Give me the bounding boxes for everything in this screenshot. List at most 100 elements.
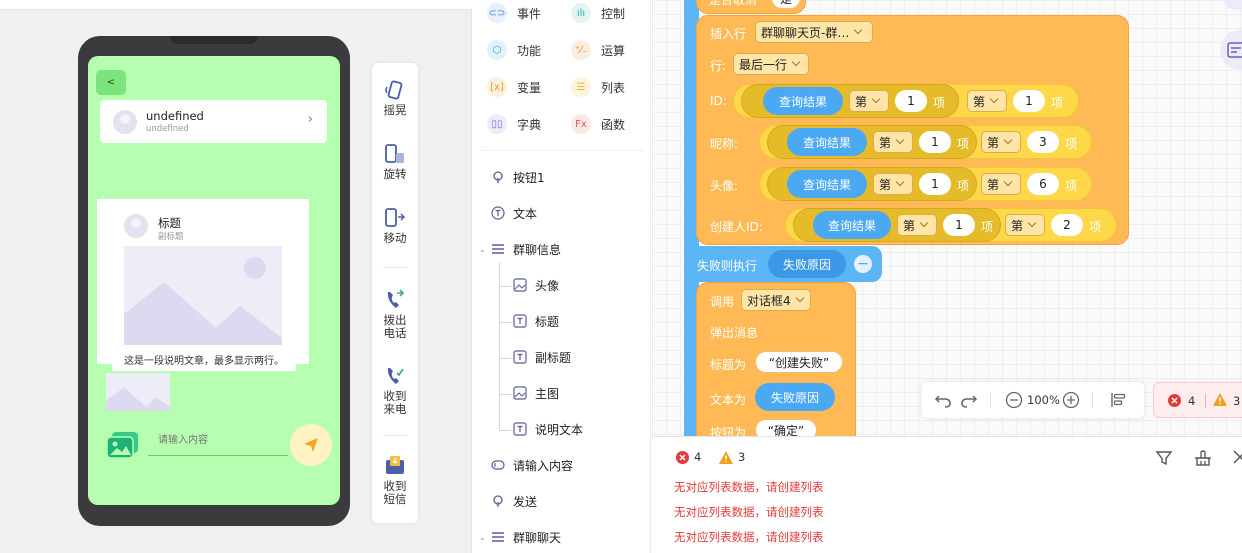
error-count: 4 [1188, 394, 1196, 408]
index-number[interactable]: 1 [1013, 90, 1045, 112]
index-number[interactable]: 1 [919, 173, 951, 195]
insert-target-dropdown[interactable]: 群聊聊天页-群… [755, 21, 873, 43]
title-literal[interactable]: “创建失败” [755, 351, 843, 373]
dialog-dropdown[interactable]: 对话框4 [741, 289, 811, 311]
category-variable[interactable]: [x] 变量 [487, 76, 541, 98]
button-literal[interactable]: “确定” [755, 419, 817, 436]
close-icon[interactable] [1232, 449, 1242, 465]
category-func[interactable]: Fx 函数 [571, 113, 625, 135]
action-move[interactable]: 移动 [372, 207, 418, 245]
action-rotate[interactable]: 旋转 [372, 143, 418, 181]
index-dropdown[interactable]: 第 [849, 90, 889, 112]
action-phone-in[interactable]: 收到来电 [372, 365, 418, 416]
action-phone-out[interactable]: 拨出电话 [372, 289, 418, 340]
category-label: 字典 [517, 117, 542, 132]
phone-screen: < undefined undefined › 标题 副标题 这是一段说明文章， [88, 56, 340, 505]
image-icon [513, 386, 527, 400]
index-number[interactable]: 1 [919, 131, 951, 153]
dropdown-value: 第 [903, 218, 916, 233]
category-dictionary[interactable]: ▯▯ 字典 [487, 113, 541, 135]
tree-node-button1[interactable]: 按钮1 [491, 167, 545, 187]
index-dropdown[interactable]: 第 [897, 214, 937, 236]
index-number[interactable]: 1 [943, 214, 975, 236]
group-info-card[interactable]: 标题 副标题 这是一段说明文章，最多显示两行。 [112, 206, 296, 371]
fail-reason-pill[interactable]: 失败原因 [768, 250, 846, 278]
clear-icon[interactable] [1194, 449, 1212, 467]
send-button[interactable] [290, 424, 332, 466]
error-count: 4 [694, 450, 702, 464]
index-number[interactable]: 3 [1027, 131, 1059, 153]
message-input[interactable] [148, 426, 288, 456]
block-label: 调用 [710, 295, 735, 309]
index-dropdown[interactable]: 第 [873, 131, 913, 153]
call-dialog-block[interactable]: 调用 对话框4 弹出消息 标题为 “创建失败” 文本为 失败原因 按钮为 “确定… [696, 282, 856, 436]
tree-node-avatar[interactable]: 头像 [513, 275, 559, 295]
insert-row-block[interactable]: 插入行 群聊聊天页-群… 行: 最后一行 ID: 查询结果 第 1 项 第 1 … [696, 15, 1129, 245]
fail-handler-block[interactable]: 失败则执行 失败原因 − [684, 246, 882, 282]
code-canvas[interactable]: 是否取消 是 插入行 群聊聊天页-群… 行: 最后一行 ID: 查询结果 第 1… [652, 0, 1242, 436]
category-event[interactable]: ⊂⊃ 事件 [487, 2, 541, 24]
console-error-count[interactable]: 4 [676, 450, 701, 464]
index-dropdown[interactable]: 第 [981, 131, 1021, 153]
zoom-in-icon[interactable] [1062, 391, 1080, 409]
action-sms[interactable]: 收到短信 [372, 455, 418, 506]
tree-node-main-image[interactable]: 主图 [513, 383, 559, 403]
query-result-pill[interactable]: 查询结果 [813, 211, 891, 239]
block-label: 插入行 [710, 27, 747, 41]
undo-icon[interactable] [934, 391, 952, 409]
console-message[interactable]: 无对应列表数据，请创建列表 [674, 504, 824, 520]
action-shake[interactable]: 摇晃 [372, 79, 418, 117]
back-button[interactable]: < [96, 70, 126, 95]
side-tool-button[interactable] [1220, 30, 1242, 70]
category-control[interactable]: ılı 控制 [571, 2, 625, 24]
index-dropdown[interactable]: 第 [1005, 214, 1045, 236]
tree-node-send[interactable]: 发送 [491, 491, 537, 511]
align-icon[interactable] [1110, 391, 1128, 409]
side-tool-button[interactable] [1222, 0, 1242, 10]
tree-node-subtitle[interactable]: 副标题 [513, 347, 571, 367]
button-icon [493, 171, 503, 183]
chevron-down-icon[interactable]: ⌄ [479, 533, 486, 542]
zoom-out-icon[interactable] [1005, 391, 1023, 409]
index-number[interactable]: 1 [895, 90, 927, 112]
tree-line [499, 262, 500, 430]
remove-param-icon[interactable]: − [854, 255, 872, 273]
issue-summary-badge[interactable]: 4 3 [1153, 382, 1242, 418]
category-operation[interactable]: ⁺⁄₋ 运算 [571, 39, 625, 61]
field-label: ID: [710, 94, 727, 108]
index-number[interactable]: 6 [1027, 173, 1059, 195]
fail-reason-pill[interactable]: 失败原因 [755, 383, 835, 411]
index-dropdown[interactable]: 第 [981, 173, 1021, 195]
partial-block[interactable]: 是否取消 是 [696, 0, 806, 14]
console-warning-count[interactable]: 3 [719, 450, 745, 464]
index-number[interactable]: 2 [1051, 214, 1083, 236]
category-list[interactable]: ☰ 列表 [571, 76, 625, 98]
value-literal[interactable]: 是 [771, 0, 801, 9]
tree-node-text[interactable]: 文本 [491, 203, 537, 223]
photo-icon[interactable] [106, 430, 140, 460]
tree-node-group-chat[interactable]: 群聊聊天 [491, 527, 561, 547]
category-function[interactable]: ⬡ 功能 [487, 39, 541, 61]
tree-node-input[interactable]: 请输入内容 [491, 455, 573, 475]
query-result-pill[interactable]: 查询结果 [763, 87, 843, 115]
query-result-pill[interactable]: 查询结果 [787, 128, 867, 156]
control-icon: ılı [571, 3, 591, 23]
send-icon [304, 438, 318, 452]
tree-node-group-info[interactable]: 群聊信息 [491, 239, 561, 259]
tree-node-label: 群聊聊天 [513, 530, 562, 545]
filter-icon[interactable] [1155, 449, 1173, 467]
index-dropdown[interactable]: 第 [967, 90, 1007, 112]
tree-node-title[interactable]: 标题 [513, 311, 559, 331]
chevron-down-icon[interactable]: ⌄ [479, 245, 486, 254]
index-dropdown[interactable]: 第 [873, 173, 913, 195]
query-result-pill[interactable]: 查询结果 [787, 170, 867, 198]
layout-icon [1227, 42, 1242, 58]
action-label: 旋转 [383, 167, 407, 181]
user-card[interactable]: undefined undefined › [100, 100, 327, 143]
dropdown-value: 第 [879, 135, 892, 150]
redo-icon[interactable] [960, 391, 978, 409]
console-message[interactable]: 无对应列表数据，请创建列表 [674, 479, 824, 495]
tree-node-desc-text[interactable]: 说明文本 [513, 419, 583, 439]
console-message[interactable]: 无对应列表数据，请创建列表 [674, 529, 824, 545]
row-dropdown[interactable]: 最后一行 [733, 53, 809, 75]
